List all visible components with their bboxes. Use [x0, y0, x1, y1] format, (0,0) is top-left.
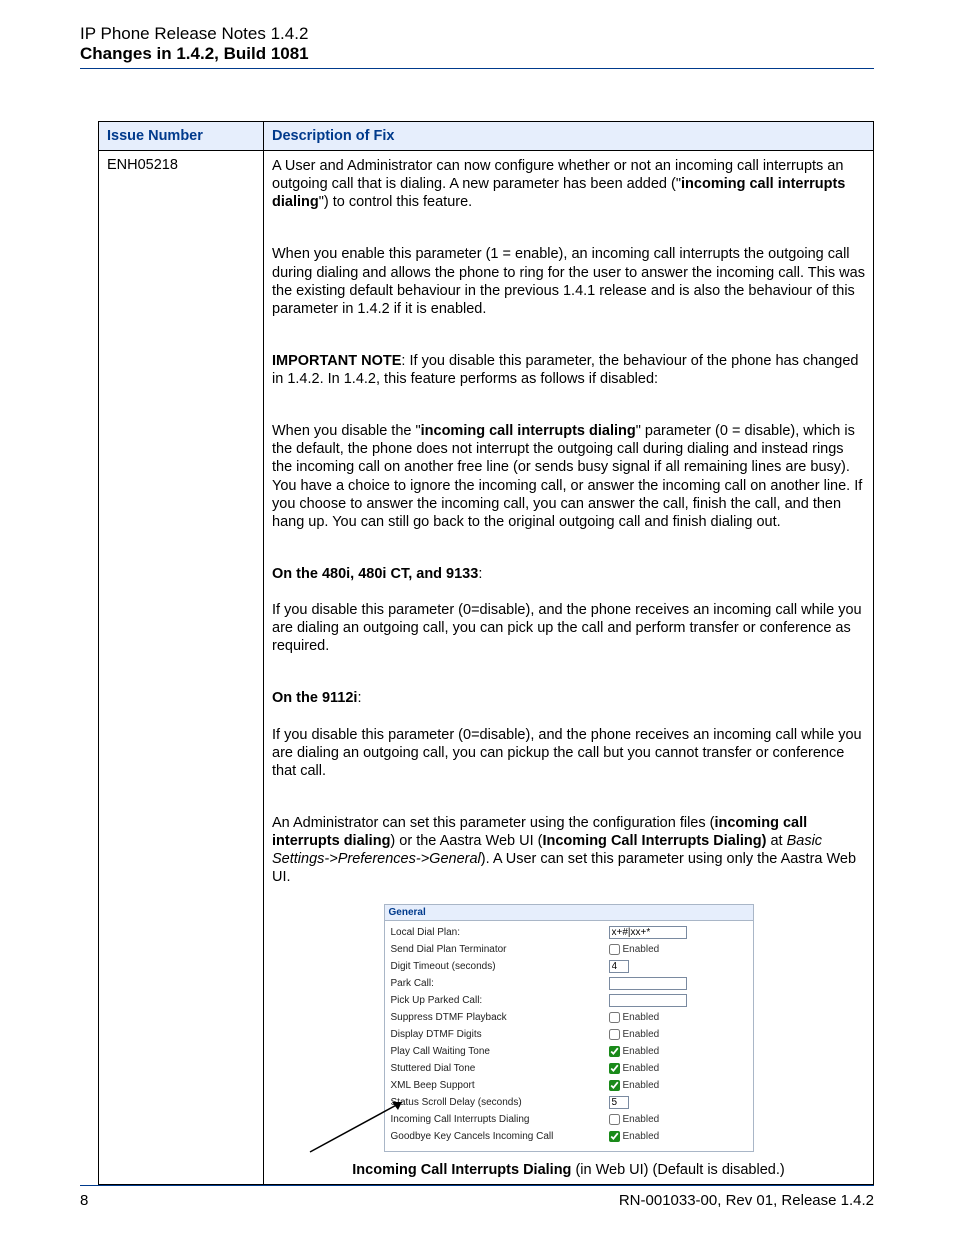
doc-title: IP Phone Release Notes 1.4.2 [80, 24, 874, 44]
row-suppress-dtmf: Suppress DTMF Playback Enabled [391, 1009, 747, 1026]
row-goodbye-cancel: Goodbye Key Cancels Incoming Call Enable… [391, 1128, 747, 1145]
table-header-row: Issue Number Description of Fix [99, 122, 874, 151]
input-park-call[interactable] [609, 977, 687, 990]
enabled-label: Enabled [623, 1029, 660, 1040]
col-issue-number: Issue Number [99, 122, 264, 151]
row-call-waiting: Play Call Waiting Tone Enabled [391, 1043, 747, 1060]
enabled-label: Enabled [623, 1080, 660, 1091]
enabled-label: Enabled [623, 1046, 660, 1057]
row-digit-timeout: Digit Timeout (seconds) [391, 958, 747, 975]
desc-para-disable: When you disable the "incoming call inte… [272, 422, 865, 531]
label-goodbye-cancel: Goodbye Key Cancels Incoming Call [391, 1131, 609, 1142]
desc-para-important: IMPORTANT NOTE: If you disable this para… [272, 352, 865, 388]
label-local-dial-plan: Local Dial Plan: [391, 927, 609, 938]
enabled-label: Enabled [623, 1063, 660, 1074]
label-display-dtmf: Display DTMF Digits [391, 1029, 609, 1040]
row-stuttered: Stuttered Dial Tone Enabled [391, 1060, 747, 1077]
input-local-dial-plan[interactable] [609, 926, 687, 939]
row-incoming-interrupt: Incoming Call Interrupts Dialing Enabled [391, 1111, 747, 1128]
description-cell: A User and Administrator can now configu… [264, 151, 874, 1185]
label-incoming-interrupt: Incoming Call Interrupts Dialing [391, 1114, 609, 1125]
col-description: Description of Fix [264, 122, 874, 151]
desc-para-admin: An Administrator can set this parameter … [272, 814, 865, 887]
content-area: Issue Number Description of Fix ENH05218… [80, 73, 874, 1185]
enabled-label: Enabled [623, 1131, 660, 1142]
checkbox-incoming-interrupt[interactable] [609, 1114, 620, 1125]
row-local-dial-plan: Local Dial Plan: [391, 924, 747, 941]
label-stuttered: Stuttered Dial Tone [391, 1063, 609, 1074]
checkbox-send-terminator[interactable] [609, 944, 620, 955]
doc-id: RN-001033-00, Rev 01, Release 1.4.2 [619, 1192, 874, 1209]
enabled-label: Enabled [623, 1114, 660, 1125]
table-row: ENH05218 A User and Administrator can no… [99, 151, 874, 1185]
issue-number-cell: ENH05218 [99, 151, 264, 1185]
label-xml-beep: XML Beep Support [391, 1080, 609, 1091]
page-number: 8 [80, 1192, 88, 1209]
input-pickup-parked[interactable] [609, 994, 687, 1007]
desc-para-intro: A User and Administrator can now configu… [272, 157, 865, 211]
row-pickup-parked: Pick Up Parked Call: [391, 992, 747, 1009]
label-park-call: Park Call: [391, 978, 609, 989]
settings-panel-title: General [385, 905, 753, 921]
label-digit-timeout: Digit Timeout (seconds) [391, 961, 609, 972]
checkbox-display-dtmf[interactable] [609, 1029, 620, 1040]
label-send-terminator: Send Dial Plan Terminator [391, 944, 609, 955]
issue-table: Issue Number Description of Fix ENH05218… [98, 121, 874, 1185]
checkbox-xml-beep[interactable] [609, 1080, 620, 1091]
enabled-label: Enabled [623, 944, 660, 955]
checkbox-suppress-dtmf[interactable] [609, 1012, 620, 1023]
page-footer: 8 RN-001033-00, Rev 01, Release 1.4.2 [80, 1185, 874, 1237]
desc-para-9112i-head: On the 9112i: [272, 689, 865, 707]
checkbox-stuttered[interactable] [609, 1063, 620, 1074]
page-header: IP Phone Release Notes 1.4.2 Changes in … [80, 24, 874, 69]
label-call-waiting: Play Call Waiting Tone [391, 1046, 609, 1057]
desc-para-480i-head: On the 480i, 480i CT, and 9133: [272, 565, 865, 583]
header-rule [80, 68, 874, 69]
row-display-dtmf: Display DTMF Digits Enabled [391, 1026, 747, 1043]
enabled-label: Enabled [623, 1012, 660, 1023]
doc-section: Changes in 1.4.2, Build 1081 [80, 44, 874, 64]
row-scroll-delay: Status Scroll Delay (seconds) [391, 1094, 747, 1111]
input-digit-timeout[interactable] [609, 960, 629, 973]
label-scroll-delay: Status Scroll Delay (seconds) [391, 1097, 609, 1108]
desc-para-9112i-body: If you disable this parameter (0=disable… [272, 726, 865, 780]
row-xml-beep: XML Beep Support Enabled [391, 1077, 747, 1094]
row-send-terminator: Send Dial Plan Terminator Enabled [391, 941, 747, 958]
desc-para-480i-body: If you disable this parameter (0=disable… [272, 601, 865, 655]
settings-panel: General Local Dial Plan: Send Dial Plan … [384, 904, 754, 1152]
checkbox-goodbye-cancel[interactable] [609, 1131, 620, 1142]
row-park-call: Park Call: [391, 975, 747, 992]
desc-para-enable: When you enable this parameter (1 = enab… [272, 245, 865, 318]
label-pickup-parked: Pick Up Parked Call: [391, 995, 609, 1006]
checkbox-call-waiting[interactable] [609, 1046, 620, 1057]
screenshot-caption: Incoming Call Interrupts Dialing (in Web… [272, 1162, 865, 1178]
input-scroll-delay[interactable] [609, 1096, 629, 1109]
label-suppress-dtmf: Suppress DTMF Playback [391, 1012, 609, 1023]
